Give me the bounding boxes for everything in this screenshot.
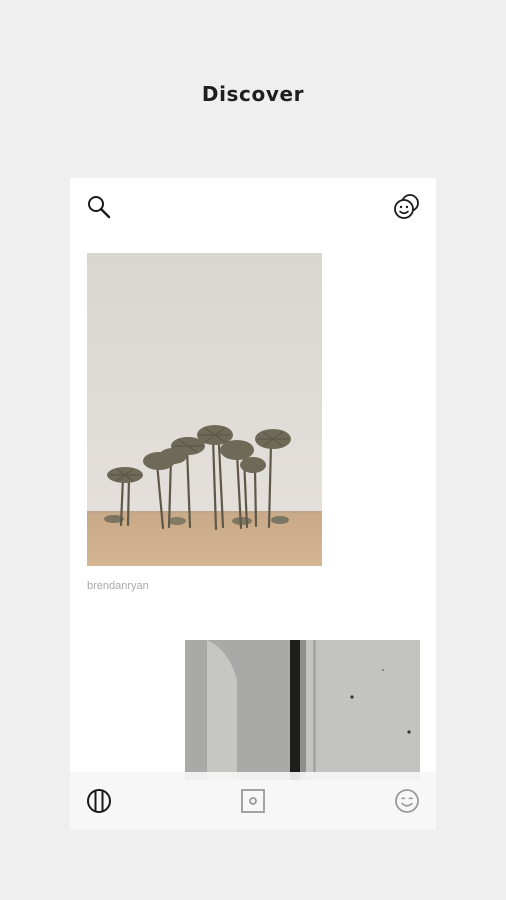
tab-feed[interactable]: [84, 786, 114, 816]
square-dot-icon: [241, 789, 265, 813]
columns-circle-icon: [87, 789, 111, 813]
face-bubble-icon: [394, 194, 419, 219]
photo-palm-trees[interactable]: [87, 253, 322, 566]
tab-profile[interactable]: [392, 786, 422, 816]
tab-bar: [70, 772, 436, 830]
search-icon: [88, 196, 111, 219]
palm-trees-image: [87, 253, 322, 566]
concrete-wall-image: [185, 640, 420, 780]
page-title: Discover: [201, 82, 305, 106]
search-button[interactable]: [85, 193, 113, 221]
feed-card: brendanryan: [70, 178, 436, 830]
photo-credit[interactable]: brendanryan: [87, 580, 149, 592]
tab-capture[interactable]: [238, 786, 268, 816]
photo-concrete-wall[interactable]: [185, 640, 420, 780]
profile-button[interactable]: [393, 193, 421, 221]
smile-face-icon: [395, 789, 419, 813]
